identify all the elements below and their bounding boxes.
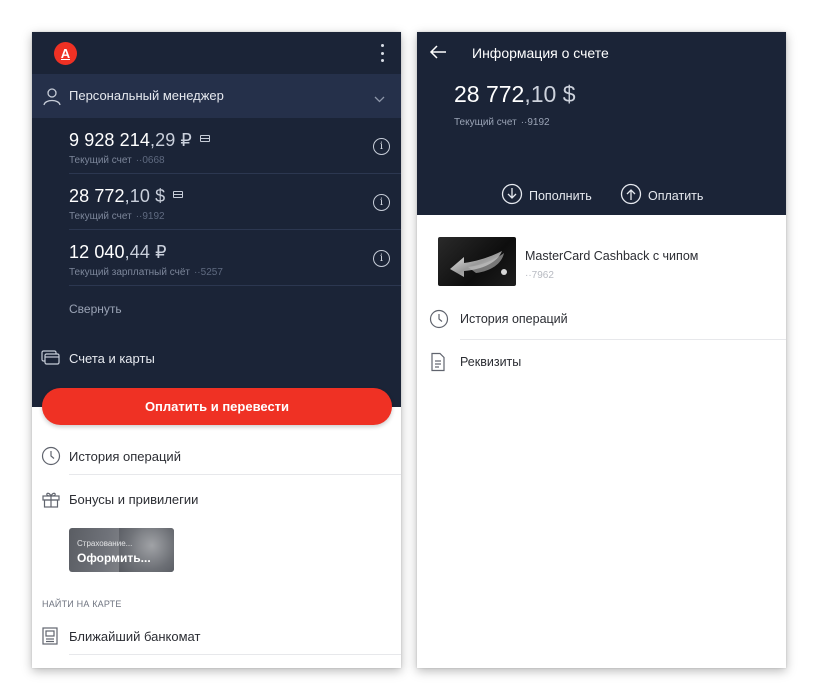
requisites-item[interactable]: Реквизиты [417,340,786,383]
divider [69,474,401,475]
history-label: История операций [69,449,181,464]
chevron-down-icon[interactable] [374,90,385,108]
pay-label: Оплатить [648,189,704,203]
card-number: ··7962 [525,270,554,281]
card-icon [199,135,210,142]
account-subtitle: Текущий счет ··9192 [69,211,165,222]
map-section-header: НАЙТИ НА КАРТЕ [42,599,122,609]
account-row[interactable]: 9 928 214,29 ₽ Текущий счет ··0668 i [69,118,401,174]
promo-image [119,528,174,572]
info-icon[interactable]: i [373,194,390,211]
account-balance: 28 772,10 $ [69,186,184,207]
card-icon [173,191,184,198]
account-balance: 9 928 214,29 ₽ [69,130,210,151]
personal-manager-label: Персональный менеджер [69,88,224,103]
divider [69,654,401,655]
promo-title: Оформить... [77,551,151,565]
back-arrow-icon[interactable] [429,44,447,65]
pay-button[interactable]: Оплатить [620,183,704,210]
pay-and-transfer-button[interactable]: Оплатить и перевести [42,388,392,425]
nearest-atm-item[interactable]: Ближайший банкомат [32,617,401,655]
divider [69,285,401,286]
arrow-up-circle-icon [620,183,642,210]
card-row[interactable]: MasterCard Cashback с чипом ··7962 [417,228,786,292]
card-name: MasterCard Cashback с чипом [525,249,699,263]
promo-subtitle: Страхование... [77,539,133,548]
history-item[interactable]: История операций [417,297,786,340]
top-bar: А [32,32,401,74]
info-icon[interactable]: i [373,138,390,155]
clock-icon [429,309,449,334]
page-title: Информация о счете [472,45,609,61]
account-row[interactable]: 28 772,10 $ Текущий счет ··9192 i [69,174,401,230]
top-up-button[interactable]: Пополнить [501,183,592,210]
card-image [438,237,516,286]
more-menu-icon[interactable] [375,42,389,64]
collapse-link[interactable]: Свернуть [69,302,122,316]
person-icon [42,86,62,111]
accounts-and-cards-row[interactable]: Счета и карты [32,344,401,372]
account-info-screen: Информация о счете 28 772,10 $ Текущий с… [417,32,786,668]
account-subtitle: Текущий счет ··9192 [454,117,550,128]
top-up-label: Пополнить [529,189,592,203]
bonuses-item[interactable]: Бонусы и привилегии [32,480,401,518]
info-icon[interactable]: i [373,250,390,267]
account-balance: 12 040,44 ₽ [69,242,167,262]
bank-logo-icon: А [54,42,77,65]
cards-icon [41,349,61,372]
gift-icon [41,489,61,514]
accounts-screen: А Персональный менеджер 9 928 214,29 ₽ Т… [32,32,401,668]
arrow-down-circle-icon [501,183,523,210]
history-label: История операций [460,312,568,326]
account-subtitle: Текущий зарплатный счёт ··5257 [69,267,223,278]
personal-manager-row[interactable]: Персональный менеджер [32,74,401,118]
document-icon [429,352,447,377]
nearest-atm-label: Ближайший банкомат [69,629,201,644]
history-item[interactable]: История операций [32,437,401,475]
requisites-label: Реквизиты [460,355,522,369]
atm-icon [41,626,59,651]
bonuses-label: Бонусы и привилегии [69,492,199,507]
insurance-promo-card[interactable]: Страхование... Оформить... [69,528,174,572]
account-row[interactable]: 12 040,44 ₽ Текущий зарплатный счёт ··525… [69,230,401,286]
account-subtitle: Текущий счет ··0668 [69,155,165,166]
accounts-and-cards-label: Счета и карты [69,351,155,366]
account-balance: 28 772,10 $ [454,81,576,107]
clock-icon [41,446,61,471]
